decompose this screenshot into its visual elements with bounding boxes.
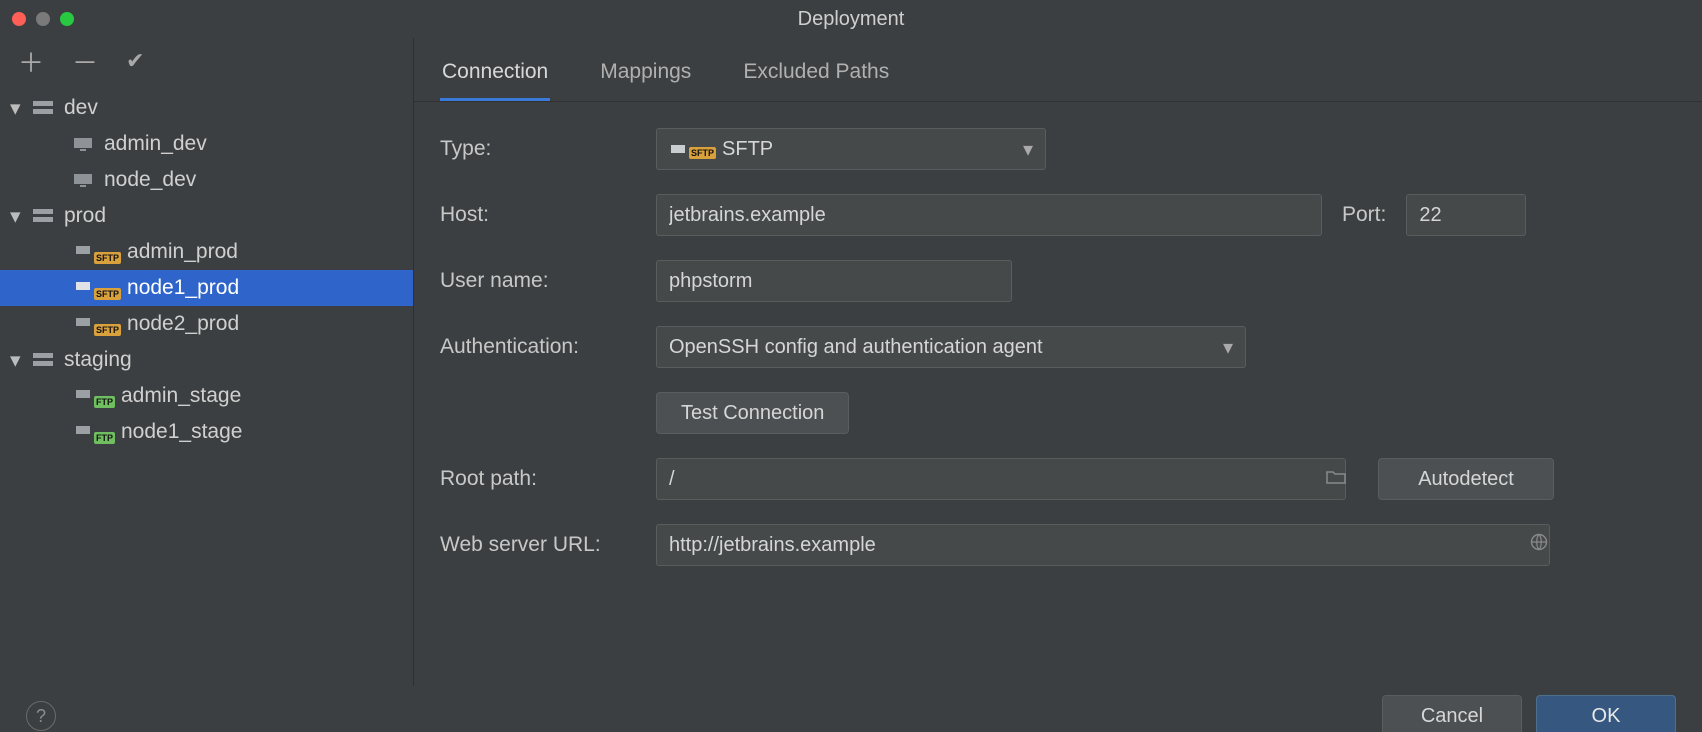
- ftp-server-icon: [70, 422, 96, 442]
- tree-item-node-dev[interactable]: node_dev: [0, 162, 413, 198]
- sidebar: ＋ － ✔ ▾ dev admin_dev node_dev ▾ prod: [0, 38, 414, 686]
- tree-item-label: node1_stage: [121, 420, 242, 444]
- globe-icon[interactable]: [1530, 533, 1548, 557]
- type-label: Type:: [440, 137, 636, 161]
- tree-item-admin-dev[interactable]: admin_dev: [0, 126, 413, 162]
- sftp-badge: SFTP: [689, 147, 716, 159]
- server-group-icon: [30, 206, 56, 226]
- port-input[interactable]: [1406, 194, 1526, 236]
- tree-item-label: admin_prod: [127, 240, 238, 264]
- auth-select[interactable]: OpenSSH config and authentication agent …: [656, 326, 1246, 368]
- tree-group-dev[interactable]: ▾ dev: [0, 90, 413, 126]
- tree-item-label: node_dev: [104, 168, 196, 192]
- help-icon[interactable]: ?: [26, 701, 56, 731]
- web-url-label: Web server URL:: [440, 533, 636, 557]
- tree-item-admin-stage[interactable]: FTP admin_stage: [0, 378, 413, 414]
- window-title: Deployment: [0, 8, 1702, 31]
- test-connection-button[interactable]: Test Connection: [656, 392, 849, 434]
- host-input[interactable]: [656, 194, 1322, 236]
- chevron-down-icon: ▾: [10, 348, 30, 373]
- root-path-input[interactable]: [656, 458, 1346, 500]
- type-select[interactable]: SFTP SFTP ▾: [656, 128, 1046, 170]
- server-tree: ▾ dev admin_dev node_dev ▾ prod SFTP adm…: [0, 84, 413, 686]
- tree-item-label: admin_stage: [121, 384, 241, 408]
- sftp-server-icon: [70, 314, 96, 334]
- tree-group-prod[interactable]: ▾ prod: [0, 198, 413, 234]
- chevron-down-icon: ▾: [10, 204, 30, 229]
- sidebar-toolbar: ＋ － ✔: [0, 38, 413, 84]
- tab-connection[interactable]: Connection: [440, 52, 550, 101]
- tab-mappings[interactable]: Mappings: [598, 52, 693, 101]
- auth-value: OpenSSH config and authentication agent: [669, 336, 1223, 359]
- folder-open-icon[interactable]: [1326, 468, 1346, 491]
- sftp-server-icon: [70, 278, 96, 298]
- tree-group-label: staging: [64, 348, 132, 372]
- sftp-badge: SFTP: [94, 288, 121, 300]
- auth-label: Authentication:: [440, 335, 636, 359]
- sftp-type-icon: [669, 140, 691, 158]
- port-label: Port:: [1342, 203, 1386, 227]
- type-value: SFTP: [722, 138, 1023, 161]
- web-url-input[interactable]: [656, 524, 1550, 566]
- ftp-badge: FTP: [94, 432, 115, 444]
- username-input[interactable]: [656, 260, 1012, 302]
- check-icon[interactable]: ✔: [126, 48, 144, 74]
- connection-form: Type: SFTP SFTP ▾ Host: Port: User name:…: [414, 102, 1702, 600]
- local-server-icon: [70, 134, 96, 154]
- root-path-label: Root path:: [440, 467, 636, 491]
- sftp-server-icon: [70, 242, 96, 262]
- tree-item-label: node1_prod: [127, 276, 239, 300]
- ftp-badge: FTP: [94, 396, 115, 408]
- tree-item-node1-prod[interactable]: SFTP node1_prod: [0, 270, 413, 306]
- cancel-button[interactable]: Cancel: [1382, 695, 1522, 732]
- host-label: Host:: [440, 203, 636, 227]
- tree-item-label: node2_prod: [127, 312, 239, 336]
- tree-group-staging[interactable]: ▾ staging: [0, 342, 413, 378]
- ftp-server-icon: [70, 386, 96, 406]
- chevron-down-icon: ▾: [1223, 335, 1233, 360]
- username-label: User name:: [440, 269, 636, 293]
- tab-excluded-paths[interactable]: Excluded Paths: [741, 52, 891, 101]
- local-server-icon: [70, 170, 96, 190]
- tree-item-admin-prod[interactable]: SFTP admin_prod: [0, 234, 413, 270]
- chevron-down-icon: ▾: [1023, 137, 1033, 162]
- tree-item-label: admin_dev: [104, 132, 207, 156]
- sftp-badge: SFTP: [94, 324, 121, 336]
- sftp-badge: SFTP: [94, 252, 121, 264]
- tab-bar: Connection Mappings Excluded Paths: [414, 38, 1702, 102]
- tree-group-label: prod: [64, 204, 106, 228]
- titlebar: Deployment: [0, 0, 1702, 38]
- tree-item-node1-stage[interactable]: FTP node1_stage: [0, 414, 413, 450]
- ok-button[interactable]: OK: [1536, 695, 1676, 732]
- tree-group-label: dev: [64, 96, 98, 120]
- tree-item-node2-prod[interactable]: SFTP node2_prod: [0, 306, 413, 342]
- chevron-down-icon: ▾: [10, 96, 30, 121]
- content-panel: Connection Mappings Excluded Paths Type:…: [414, 38, 1702, 686]
- server-group-icon: [30, 350, 56, 370]
- dialog-footer: ? Cancel OK: [0, 686, 1702, 732]
- add-icon[interactable]: ＋: [18, 43, 44, 80]
- server-group-icon: [30, 98, 56, 118]
- autodetect-button[interactable]: Autodetect: [1378, 458, 1554, 500]
- remove-icon[interactable]: －: [72, 43, 98, 80]
